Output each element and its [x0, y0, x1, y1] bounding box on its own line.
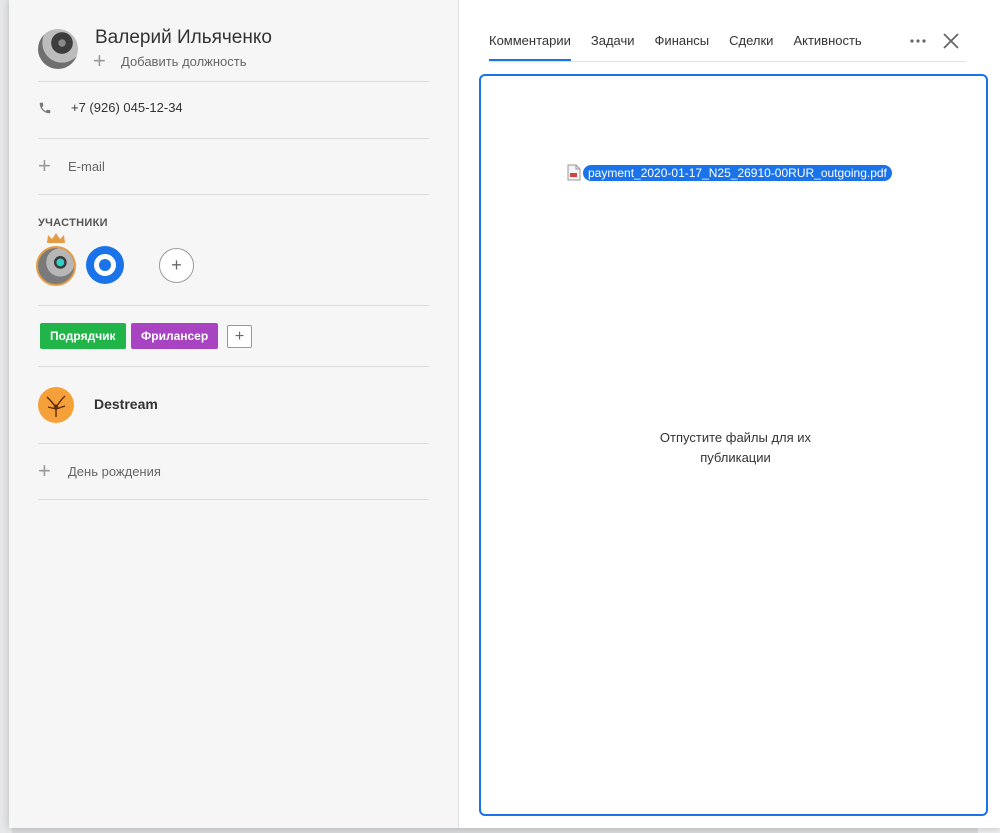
pdf-file-icon: [567, 164, 581, 181]
close-icon[interactable]: [943, 33, 959, 49]
tab-deals[interactable]: Сделки: [729, 33, 773, 61]
tag-freelancer[interactable]: Фрилансер: [131, 323, 219, 349]
contact-info-panel: Валерий Ильяченко + Добавить должность +…: [9, 0, 459, 828]
divider: [38, 81, 429, 82]
birthday-label: День рождения: [68, 463, 161, 479]
contact-modal: Валерий Ильяченко + Добавить должность +…: [9, 0, 1000, 828]
participant-avatar-owner[interactable]: [36, 246, 76, 286]
add-position-label: Добавить должность: [121, 53, 247, 69]
drop-hint-line2: публикации: [700, 450, 771, 465]
contact-avatar[interactable]: [38, 29, 78, 69]
drop-hint-line1: Отпустите файлы для их: [659, 430, 812, 445]
email-label: E-mail: [68, 158, 105, 174]
file-dropzone[interactable]: payment_2020-01-17_N25_26910-00RUR_outgo…: [479, 74, 988, 816]
ring-logo-icon: [94, 254, 116, 276]
divider: [38, 366, 429, 367]
divider: [38, 443, 429, 444]
tab-bar: Комментарии Задачи Финансы Сделки Активн…: [489, 0, 966, 62]
add-tag-button[interactable]: +: [227, 325, 252, 348]
divider: [38, 194, 429, 195]
plus-icon: +: [38, 458, 51, 483]
company-name[interactable]: Destream: [94, 396, 158, 412]
add-birthday-button[interactable]: + День рождения: [38, 458, 161, 483]
divider: [38, 138, 429, 139]
dragged-file[interactable]: payment_2020-01-17_N25_26910-00RUR_outgo…: [567, 164, 892, 181]
more-icon[interactable]: [909, 36, 927, 46]
phone-number: +7 (926) 045-12-34: [71, 100, 183, 115]
file-name: payment_2020-01-17_N25_26910-00RUR_outgo…: [583, 164, 892, 181]
tab-comments[interactable]: Комментарии: [489, 33, 571, 61]
divider: [38, 305, 429, 306]
activity-panel: Комментарии Задачи Финансы Сделки Активн…: [459, 0, 1000, 828]
crown-icon: [47, 233, 65, 243]
plus-icon: +: [93, 48, 106, 73]
divider: [38, 499, 429, 500]
tab-tasks[interactable]: Задачи: [591, 33, 635, 61]
company-avatar[interactable]: [38, 387, 74, 423]
participants-title: УЧАСТНИКИ: [38, 217, 108, 229]
tag-contractor[interactable]: Подрядчик: [40, 323, 126, 349]
drop-hint: Отпустите файлы для их публикации: [481, 428, 990, 468]
tab-finance[interactable]: Финансы: [655, 33, 710, 61]
add-participant-button[interactable]: +: [159, 248, 194, 283]
plus-icon: +: [38, 153, 51, 178]
participant-avatar-company[interactable]: [86, 246, 124, 284]
tab-activity[interactable]: Активность: [793, 33, 861, 61]
add-position-button[interactable]: + Добавить должность: [93, 48, 247, 73]
tree-icon: [46, 395, 66, 417]
contact-name[interactable]: Валерий Ильяченко: [95, 27, 272, 49]
phone-icon: [39, 102, 51, 113]
add-email-button[interactable]: + E-mail: [38, 153, 105, 178]
phone-row[interactable]: +7 (926) 045-12-34: [38, 100, 183, 115]
